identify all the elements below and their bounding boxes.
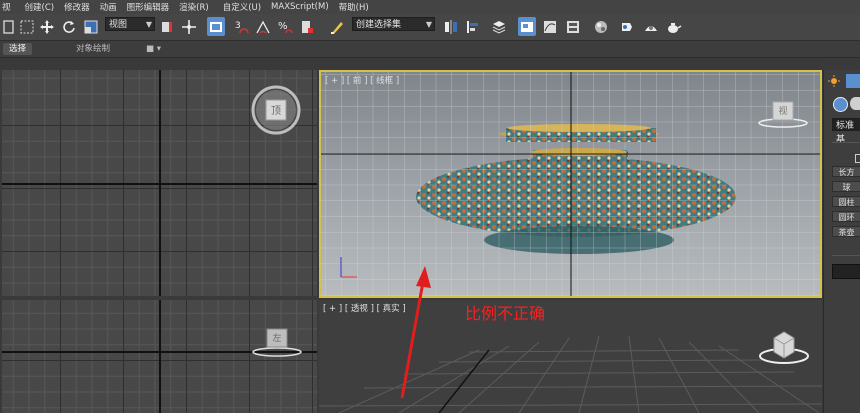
annotation-arrow-layer	[400, 266, 431, 399]
annotation-text: 比例不正确	[465, 304, 546, 323]
